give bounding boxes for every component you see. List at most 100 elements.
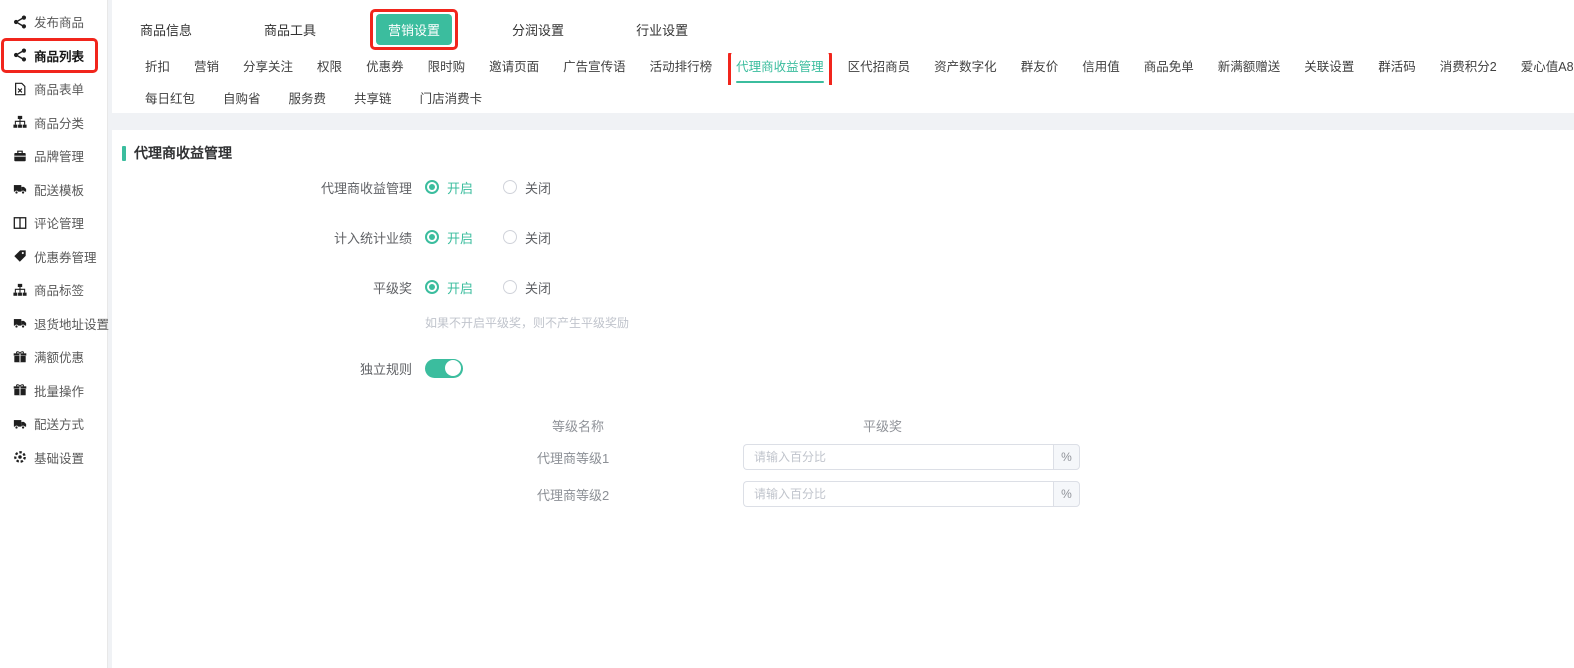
subtab-17[interactable]: 群活码 (1378, 53, 1416, 75)
sidebar-item-0[interactable]: 发布商品 (0, 5, 107, 39)
main-tab-2[interactable]: 营销设置 (376, 14, 452, 45)
percent-suffix: % (1053, 481, 1080, 507)
radio-option-on[interactable]: 开启 (425, 278, 473, 297)
sidebar-item-7[interactable]: 优惠券管理 (0, 240, 107, 274)
content-panel: 代理商收益管理 代理商收益管理 开启 关闭 计入统计业绩 (112, 130, 1574, 668)
form-row-independent-rule: 独立规则 (112, 343, 1574, 393)
sitemap-icon (13, 283, 27, 297)
subtab-10[interactable]: 区代招商员 (848, 53, 911, 75)
sidebar-item-11[interactable]: 批量操作 (0, 374, 107, 408)
subtab-1[interactable]: 营销 (194, 53, 219, 75)
sidebar-item-13[interactable]: 基础设置 (0, 441, 107, 475)
sidebar-item-10[interactable]: 满额优惠 (0, 340, 107, 374)
radio-group-peer-award: 开启 关闭 (425, 278, 551, 297)
subtab-13[interactable]: 信用值 (1082, 53, 1120, 75)
subtab-12[interactable]: 群友价 (1021, 53, 1059, 75)
subtab-15[interactable]: 新满额赠送 (1218, 53, 1281, 75)
subtab-row2-0[interactable]: 每日红包 (145, 85, 195, 107)
level-name: 代理商等级1 (537, 448, 609, 467)
subtab-19[interactable]: 爱心值A8 (1521, 53, 1574, 75)
radio-option-off[interactable]: 关闭 (503, 278, 551, 297)
sidebar-item-6[interactable]: 评论管理 (0, 206, 107, 240)
gift-icon (13, 350, 27, 364)
subtab-row2-4[interactable]: 门店消费卡 (420, 85, 483, 107)
main-tab-3[interactable]: 分润设置 (500, 14, 576, 45)
main-tab-0[interactable]: 商品信息 (128, 14, 204, 45)
subtab-5[interactable]: 限时购 (428, 53, 466, 75)
percent-suffix: % (1053, 444, 1080, 470)
truck-icon (13, 417, 27, 431)
radio-option-off[interactable]: 关闭 (503, 228, 551, 247)
sidebar-item-8[interactable]: 商品标签 (0, 273, 107, 307)
independent-rule-toggle[interactable] (425, 359, 463, 378)
subtab-row2-2[interactable]: 服务费 (289, 85, 327, 107)
sidebar-item-2[interactable]: 商品表单 (0, 72, 107, 106)
subtab-18[interactable]: 消费积分2 (1440, 53, 1497, 75)
radio-selected-icon (425, 180, 439, 194)
subtab-row2-3[interactable]: 共享链 (354, 85, 392, 107)
field-label: 独立规则 (112, 359, 412, 378)
page-title: 代理商收益管理 (134, 143, 232, 163)
help-text: 如果不开启平级奖，则不产生平级奖励 (425, 314, 1574, 330)
subtab-2[interactable]: 分享关注 (243, 53, 293, 75)
level-name: 代理商等级2 (537, 485, 609, 504)
subnav-row2: 每日红包 自购省 服务费 共享链 (112, 85, 1574, 111)
subtab-row2-1[interactable]: 自购省 (223, 85, 261, 107)
subnav-row1: 折扣 营销 分享关注 权限 优惠 (112, 53, 1574, 85)
radio-option-on[interactable]: 开启 (425, 228, 473, 247)
field-label: 平级奖 (112, 278, 412, 297)
subtab-4[interactable]: 优惠券 (366, 53, 404, 75)
table-row-1: 代理商等级2 % (112, 476, 1574, 513)
table-row-0: 代理商等级1 % (112, 439, 1574, 476)
field-label: 计入统计业绩 (112, 228, 412, 247)
main-tab-bar: 商品信息 商品工具 营销设置 分润设置 (112, 0, 1574, 45)
share-nodes-icon (13, 48, 27, 62)
percentage-input[interactable] (743, 444, 1053, 470)
subtab-14[interactable]: 商品免单 (1144, 53, 1194, 75)
sidebar-item-12[interactable]: 配送方式 (0, 407, 107, 441)
subtab-11[interactable]: 资产数字化 (934, 53, 997, 75)
subtab-3[interactable]: 权限 (317, 53, 342, 75)
subtab-8[interactable]: 活动排行榜 (650, 53, 713, 75)
sidebar-item-1[interactable]: 商品列表 (0, 39, 107, 73)
sidebar-item-3[interactable]: 商品分类 (0, 106, 107, 140)
radio-option-off[interactable]: 关闭 (503, 178, 551, 197)
page: 发布商品 商品列表 商品表单 商品分类 (0, 0, 1574, 668)
share-nodes-icon (13, 15, 27, 29)
radio-unselected-icon (503, 280, 517, 294)
section-header: 代理商收益管理 (112, 130, 1574, 162)
form-row-statistics: 计入统计业绩 开启 关闭 (112, 212, 1574, 262)
percentage-input[interactable] (743, 481, 1053, 507)
briefcase-icon (13, 149, 27, 163)
radio-group-agent-revenue: 开启 关闭 (425, 178, 551, 197)
table-header-row: 等级名称 平级奖 (112, 409, 1574, 439)
subtab-16[interactable]: 关联设置 (1304, 53, 1354, 75)
sidebar-item-4[interactable]: 品牌管理 (0, 139, 107, 173)
column-header-level-name: 等级名称 (552, 416, 604, 435)
sidebar: 发布商品 商品列表 商品表单 商品分类 (0, 0, 108, 668)
main-tab-1[interactable]: 商品工具 (252, 14, 328, 45)
section-accent-bar (122, 146, 126, 161)
sitemap-icon (13, 115, 27, 129)
subtab-7[interactable]: 广告宣传语 (563, 53, 626, 75)
sidebar-item-5[interactable]: 配送模板 (0, 173, 107, 207)
form-row-peer-award: 平级奖 开启 关闭 (112, 262, 1574, 312)
file-form-icon (13, 82, 27, 96)
radio-selected-icon (425, 230, 439, 244)
radio-option-on[interactable]: 开启 (425, 178, 473, 197)
subtab-6[interactable]: 邀请页面 (489, 53, 539, 75)
main-tab-4[interactable]: 行业设置 (624, 14, 700, 45)
radio-selected-icon (425, 280, 439, 294)
tag-icon (13, 249, 27, 263)
radio-unselected-icon (503, 230, 517, 244)
form-row-agent-revenue: 代理商收益管理 开启 关闭 (112, 162, 1574, 212)
level-table: 等级名称 平级奖 代理商等级1 % 代理商等级2 (112, 409, 1574, 513)
radio-group-statistics: 开启 关闭 (425, 228, 551, 247)
subtab-0[interactable]: 折扣 (145, 53, 170, 75)
sidebar-item-9[interactable]: 退货地址设置 (0, 307, 107, 341)
radio-unselected-icon (503, 180, 517, 194)
columns-icon (13, 216, 27, 230)
subtab-9[interactable]: 代理商收益管理 (736, 53, 824, 83)
truck-icon (13, 182, 27, 196)
gear-icon (13, 450, 27, 464)
